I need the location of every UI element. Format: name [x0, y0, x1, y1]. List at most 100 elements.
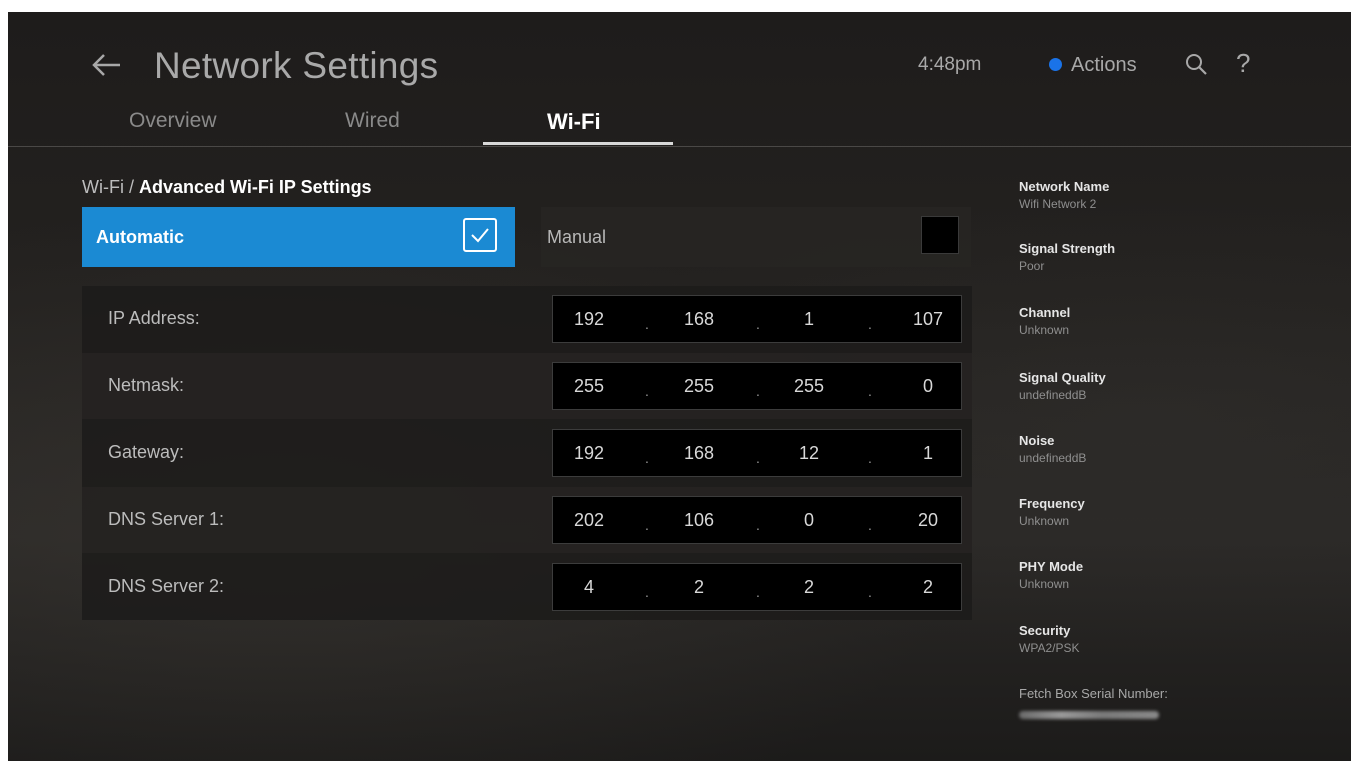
octet-4[interactable]: 0 — [898, 376, 958, 397]
dns-server-1-label: DNS Server 1: — [108, 509, 225, 529]
octet-2[interactable]: 168 — [669, 309, 729, 330]
info-value: Wifi Network 2 — [1019, 197, 1097, 211]
info-label: PHY Mode — [1019, 559, 1084, 574]
info-security: Security WPA2/PSK — [1019, 623, 1079, 655]
octet-separator: . — [868, 450, 872, 466]
manual-option[interactable]: Manual — [541, 207, 971, 267]
tab-divider — [8, 146, 1351, 147]
serial-number-redacted — [1019, 711, 1159, 719]
tab-wifi[interactable]: Wi-Fi — [547, 109, 601, 135]
info-channel: Channel Unknown — [1019, 305, 1070, 337]
info-value: Poor — [1019, 259, 1045, 273]
info-signal-strength: Signal Strength Poor — [1019, 241, 1115, 273]
octet-1[interactable]: 192 — [559, 309, 619, 330]
breadcrumb-separator: / — [129, 177, 135, 197]
octet-separator: . — [756, 450, 760, 466]
octet-separator: . — [868, 383, 872, 399]
octet-2[interactable]: 255 — [669, 376, 729, 397]
octet-4[interactable]: 107 — [898, 309, 958, 330]
ip-address-input[interactable]: 192 . 168 . 1 . 107 — [552, 295, 962, 343]
netmask-label: Netmask: — [108, 375, 185, 395]
info-signal-quality: Signal Quality undefineddB — [1019, 370, 1106, 402]
automatic-label: Automatic — [96, 227, 185, 247]
dns-server-1-input[interactable]: 202 . 106 . 0 . 20 — [552, 496, 962, 544]
octet-2[interactable]: 168 — [669, 443, 729, 464]
help-icon[interactable]: ? — [1236, 48, 1250, 79]
checkmark-icon — [471, 228, 489, 243]
octet-4[interactable]: 2 — [898, 577, 958, 598]
info-frequency: Frequency Unknown — [1019, 496, 1085, 528]
tab-wired[interactable]: Wired — [345, 109, 400, 133]
info-value: Unknown — [1019, 323, 1070, 337]
info-label: Signal Quality — [1019, 370, 1106, 385]
info-value: undefineddB — [1019, 451, 1087, 465]
gateway-input[interactable]: 192 . 168 . 12 . 1 — [552, 429, 962, 477]
active-tab-indicator — [483, 142, 673, 145]
gateway-label: Gateway: — [108, 442, 185, 462]
octet-3[interactable]: 12 — [779, 443, 839, 464]
octet-2[interactable]: 106 — [669, 510, 729, 531]
breadcrumb-current: Advanced Wi-Fi IP Settings — [139, 177, 372, 197]
search-icon[interactable] — [1184, 52, 1208, 76]
octet-separator: . — [645, 316, 649, 332]
info-label: Signal Strength — [1019, 241, 1116, 256]
info-serial-number: Fetch Box Serial Number: — [1019, 686, 1168, 719]
automatic-checkbox[interactable] — [463, 218, 497, 252]
octet-4[interactable]: 1 — [898, 443, 958, 464]
ip-address-label: IP Address: — [108, 308, 200, 328]
octet-separator: . — [756, 584, 760, 600]
netmask-input[interactable]: 255 . 255 . 255 . 0 — [552, 362, 962, 410]
ip-settings-panel: IP Address: 192 . 168 . 1 . 107 Netmask:… — [82, 286, 972, 620]
octet-3[interactable]: 255 — [779, 376, 839, 397]
tv-screen: Network Settings 4:48pm Actions ? Overvi… — [8, 12, 1351, 761]
netmask-row: Netmask: 255 . 255 . 255 . 0 — [82, 353, 972, 419]
octet-separator: . — [645, 584, 649, 600]
octet-separator: . — [645, 383, 649, 399]
automatic-option[interactable]: Automatic — [82, 207, 515, 267]
octet-separator: . — [868, 316, 872, 332]
octet-1[interactable]: 202 — [559, 510, 619, 531]
info-phy-mode: PHY Mode Unknown — [1019, 559, 1083, 591]
octet-separator: . — [645, 517, 649, 533]
octet-2[interactable]: 2 — [669, 577, 729, 598]
manual-checkbox[interactable] — [921, 216, 959, 254]
breadcrumb-parent[interactable]: Wi-Fi — [82, 177, 124, 197]
info-value: Unknown — [1019, 577, 1070, 591]
dns-server-2-row: DNS Server 2: 4 . 2 . 2 . 2 — [82, 554, 972, 620]
info-value: Unknown — [1019, 514, 1070, 528]
octet-3[interactable]: 2 — [779, 577, 839, 598]
info-value: undefineddB — [1019, 388, 1087, 402]
octet-separator: . — [868, 584, 872, 600]
ip-address-row: IP Address: 192 . 168 . 1 . 107 — [82, 286, 972, 352]
actions-button[interactable]: Actions — [1071, 54, 1137, 77]
dns-server-1-row: DNS Server 1: 202 . 106 . 0 . 20 — [82, 487, 972, 553]
tab-overview[interactable]: Overview — [129, 109, 217, 133]
octet-separator: . — [756, 517, 760, 533]
octet-3[interactable]: 1 — [779, 309, 839, 330]
info-label: Frequency — [1019, 496, 1085, 511]
back-arrow-icon[interactable] — [90, 50, 124, 80]
octet-separator: . — [868, 517, 872, 533]
octet-separator: . — [756, 316, 760, 332]
page-title: Network Settings — [154, 45, 439, 86]
info-noise: Noise undefineddB — [1019, 433, 1086, 465]
dns-server-2-input[interactable]: 4 . 2 . 2 . 2 — [552, 563, 962, 611]
octet-separator: . — [645, 450, 649, 466]
gateway-row: Gateway: 192 . 168 . 12 . 1 — [82, 420, 972, 486]
info-value: WPA2/PSK — [1019, 641, 1080, 655]
octet-1[interactable]: 255 — [559, 376, 619, 397]
info-network-name: Network Name Wifi Network 2 — [1019, 179, 1109, 211]
info-label: Noise — [1019, 433, 1055, 448]
actions-dot-icon[interactable] — [1049, 58, 1062, 71]
octet-1[interactable]: 4 — [559, 577, 619, 598]
dns-server-2-label: DNS Server 2: — [108, 576, 225, 596]
clock: 4:48pm — [918, 54, 982, 75]
serial-number-label: Fetch Box Serial Number: — [1019, 686, 1168, 701]
octet-3[interactable]: 0 — [779, 510, 839, 531]
octet-1[interactable]: 192 — [559, 443, 619, 464]
info-label: Security — [1019, 623, 1071, 638]
info-label: Channel — [1019, 305, 1071, 320]
octet-4[interactable]: 20 — [898, 510, 958, 531]
octet-separator: . — [756, 383, 760, 399]
info-label: Network Name — [1019, 179, 1110, 194]
